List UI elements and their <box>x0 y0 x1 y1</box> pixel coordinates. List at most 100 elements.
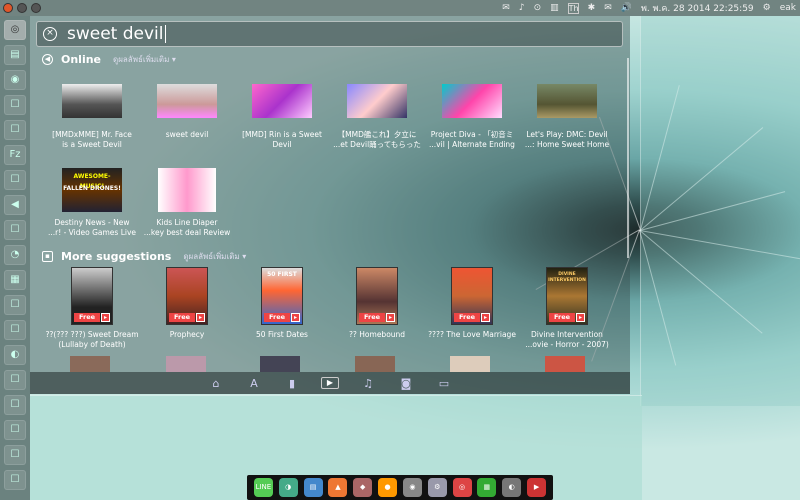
launcher-dash-home-icon[interactable]: ◎ <box>4 20 26 40</box>
result-poster-partial[interactable] <box>260 356 300 372</box>
video-play-icon: ▸ <box>386 313 395 322</box>
dock-app-icon[interactable]: ◎ <box>452 478 472 497</box>
files-lens-icon[interactable]: ▮ <box>283 377 301 390</box>
online-category-icon: ◀ <box>42 54 53 65</box>
launcher-app-8-icon[interactable]: ☐ <box>4 220 26 240</box>
result-poster-partial[interactable] <box>166 356 206 372</box>
online-result-item[interactable]: [MMDxMME] Mr. Face is a Sweet Devil <box>44 84 140 150</box>
social-lens-icon[interactable]: ▭ <box>435 377 453 390</box>
lens-bar: ⌂ A ▮ ▶ ♫ ◙ ▭ <box>30 372 630 394</box>
suggestion-result-item[interactable]: Free ▸ ??(??? ???) Sweet Dream (Lullaby of … <box>44 267 140 350</box>
applications-lens-icon[interactable]: A <box>245 377 263 390</box>
close-window-button[interactable] <box>3 3 13 13</box>
dock-app-icon[interactable]: ▦ <box>477 478 497 497</box>
datetime-indicator[interactable]: พ. พ.ค. 28 2014 22:25:59 <box>641 1 754 15</box>
username-label[interactable]: eak <box>780 3 796 13</box>
maximize-window-button[interactable] <box>31 3 41 13</box>
messaging-icon[interactable]: ✉ <box>502 3 510 13</box>
launcher-app-6-icon[interactable]: ☐ <box>4 170 26 190</box>
online-result-item[interactable]: Kids Line Diaper ...key best deal Review <box>139 168 235 238</box>
home-lens-icon[interactable]: ⌂ <box>207 377 225 390</box>
online-category-title: Online <box>61 53 102 66</box>
music-icon[interactable]: ♪ <box>519 3 525 13</box>
movie-poster: Free ▸ <box>451 267 493 325</box>
video-lens-icon[interactable]: ▶ <box>321 377 339 389</box>
minimize-window-button[interactable] <box>17 3 27 13</box>
result-title: [MMDxMME] Mr. Face <box>52 130 132 139</box>
movie-poster: 50 FIRST Free ▸ <box>261 267 303 325</box>
dock-app-icon[interactable]: ⚙ <box>427 478 447 497</box>
movie-poster: Free ▸ <box>356 267 398 325</box>
dock-app-icon[interactable]: ◉ <box>402 478 422 497</box>
result-poster-partial[interactable] <box>355 356 395 372</box>
more-suggestions-see-more-link[interactable]: ดูผลลัพธ์เพิ่มเติม ▾ <box>183 250 246 263</box>
scrollbar[interactable] <box>627 58 629 258</box>
result-poster-partial[interactable] <box>450 356 490 372</box>
suggestion-result-item[interactable]: DIVINE INTERVENTION Free ▸ Divine Intervent… <box>519 267 615 350</box>
launcher-app-13-icon[interactable]: ◐ <box>4 345 26 365</box>
music-lens-icon[interactable]: ♫ <box>359 377 377 390</box>
result-title: Let's Play: DMC: Devil <box>526 130 608 139</box>
dock-app-icon[interactable]: LINE <box>253 478 273 497</box>
bluetooth-icon[interactable]: ✱ <box>588 3 596 13</box>
launcher-files-icon[interactable]: ▤ <box>4 45 26 65</box>
photos-lens-icon[interactable]: ◙ <box>397 377 415 390</box>
launcher-browser-icon[interactable]: ◉ <box>4 70 26 90</box>
dock-app-icon[interactable]: ▶ <box>527 478 547 497</box>
online-result-item[interactable]: 【MMD艦これ】夕立に ...et Devil踊ってもらった <box>329 84 425 150</box>
launcher-app-11-icon[interactable]: ☐ <box>4 295 26 315</box>
indicator-area: ✉ ♪ ⊙ ▥ Th ✱ ✉ 🔊 พ. พ.ค. 28 2014 22:25:5… <box>502 0 796 16</box>
keyboard-layout-indicator[interactable]: Th <box>567 2 579 14</box>
search-query: sweet devil <box>67 24 164 44</box>
free-badge: Free <box>74 313 101 322</box>
gear-icon[interactable]: ⚙ <box>763 3 771 13</box>
video-play-icon: ▸ <box>101 313 110 322</box>
launcher-app-12-icon[interactable]: ☐ <box>4 320 26 340</box>
online-result-item[interactable]: Project Diva - 「初音ミ ...vil | Alternate En… <box>424 84 520 150</box>
dock-app-icon[interactable]: ▲ <box>328 478 348 497</box>
online-result-item[interactable]: AWESOME-MUSIC! FALLEN DRONES! Destiny News… <box>44 168 140 238</box>
launcher-app-4-icon[interactable]: ☐ <box>4 120 26 140</box>
suggestion-result-item[interactable]: 50 FIRST Free ▸ 50 First Dates <box>234 267 330 340</box>
launcher-app-10-icon[interactable]: ▦ <box>4 270 26 290</box>
more-suggestions-title: More suggestions <box>61 250 172 263</box>
suggestion-result-item[interactable]: Free ▸ ?? Homebound <box>329 267 425 340</box>
dock-app-icon[interactable]: ● <box>378 478 398 497</box>
result-subtitle: Devil <box>272 140 292 149</box>
result-title: Destiny News - New <box>54 218 130 227</box>
online-category-header[interactable]: ◀ Online ดูผลลัพธ์เพิ่มเติม ▾ <box>42 53 176 66</box>
suggestion-result-item[interactable]: Free ▸ Prophecy <box>139 267 235 340</box>
launcher-app-3-icon[interactable]: ☐ <box>4 95 26 115</box>
dock-app-icon[interactable]: ◆ <box>353 478 373 497</box>
video-thumbnail <box>442 84 502 118</box>
online-result-item[interactable]: [MMD] Rin is a Sweet Devil <box>234 84 330 150</box>
window-controls <box>3 3 41 13</box>
result-poster-partial[interactable] <box>70 356 110 372</box>
launcher-app-17-icon[interactable]: ☐ <box>4 445 26 465</box>
volume-icon[interactable]: 🔊 <box>621 3 632 13</box>
launcher-app-16-icon[interactable]: ☐ <box>4 420 26 440</box>
search-input[interactable]: × sweet devil <box>36 21 623 47</box>
online-result-item[interactable]: sweet devil <box>139 84 235 140</box>
launcher-app-18-icon[interactable]: ☐ <box>4 470 26 490</box>
dock-app-icon[interactable]: ◑ <box>278 478 298 497</box>
online-result-item[interactable]: Let's Play: DMC: Devil...: Home Sweet Ho… <box>519 84 615 150</box>
mail-icon[interactable]: ✉ <box>604 3 612 13</box>
result-title: [MMD] Rin is a Sweet <box>242 130 322 139</box>
network-icon[interactable]: ▥ <box>550 3 559 13</box>
launcher-app-7-icon[interactable]: ◀ <box>4 195 26 215</box>
dock-app-icon[interactable]: ▤ <box>303 478 323 497</box>
result-title: Project Diva - 「初音ミ <box>430 130 514 139</box>
more-suggestions-header[interactable]: ▪ More suggestions ดูผลลัพธ์เพิ่มเติม ▾ <box>42 250 246 263</box>
text-cursor <box>164 25 166 43</box>
launcher-app-14-icon[interactable]: ☐ <box>4 370 26 390</box>
sync-icon[interactable]: ⊙ <box>534 3 542 13</box>
online-see-more-link[interactable]: ดูผลลัพธ์เพิ่มเติม ▾ <box>113 53 176 66</box>
launcher-filezilla-icon[interactable]: Fz <box>4 145 26 165</box>
suggestion-result-item[interactable]: Free ▸ ???? The Love Marriage <box>424 267 520 340</box>
clear-search-icon[interactable]: × <box>43 27 57 41</box>
launcher-app-15-icon[interactable]: ☐ <box>4 395 26 415</box>
launcher-app-9-icon[interactable]: ◔ <box>4 245 26 265</box>
result-poster-partial[interactable] <box>545 356 585 372</box>
dock-app-icon[interactable]: ◐ <box>502 478 522 497</box>
